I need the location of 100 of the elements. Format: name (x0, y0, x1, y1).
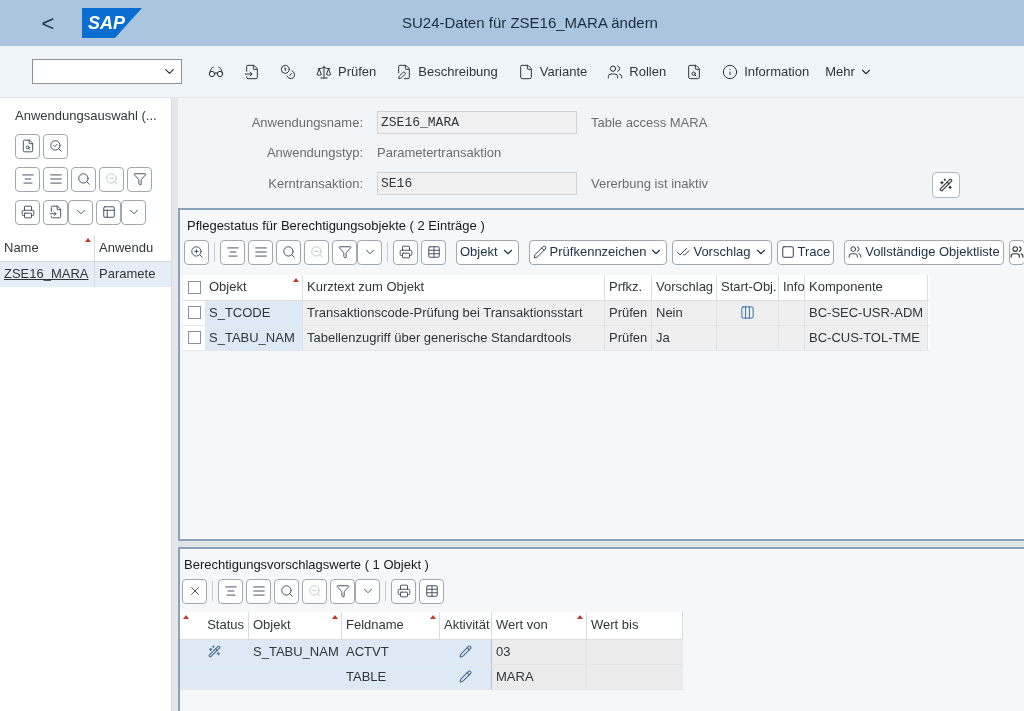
toolbar-button[interactable]: Prüfkennzeichen (528, 239, 668, 265)
column-header[interactable]: Objekt (249, 611, 342, 639)
filter-button[interactable] (127, 166, 152, 192)
column-header[interactable]: Kurztext zum Objekt (303, 274, 605, 300)
toolbar-button[interactable]: Beschreibung (392, 58, 502, 85)
details-button[interactable] (184, 239, 209, 265)
filter-button[interactable] (330, 578, 355, 604)
toolbar-button[interactable]: Trace (776, 239, 835, 265)
pencil-icon[interactable] (459, 670, 472, 683)
info-icon (722, 63, 739, 80)
sort-ascending-button[interactable] (15, 166, 40, 192)
export-menu-button[interactable] (68, 199, 93, 225)
field-value: Parametertransaktion (377, 144, 503, 163)
sort-descending-icon (251, 584, 266, 598)
search-icon (281, 245, 296, 259)
more-button[interactable]: Mehr (825, 61, 873, 82)
back-button[interactable]: < (38, 6, 58, 40)
magic-wand-icon (939, 178, 953, 192)
find-next-button[interactable] (304, 239, 329, 265)
row-checkbox[interactable] (187, 306, 201, 319)
layout-button[interactable] (96, 199, 121, 225)
column-header[interactable]: Status (180, 611, 249, 639)
table-cell: 03 (492, 639, 587, 664)
table-cell: Prüfen (605, 300, 652, 325)
column-header[interactable]: Anwendu (95, 234, 171, 261)
sort-descending-button[interactable] (246, 578, 271, 604)
sort-ascending-icon (20, 172, 35, 186)
print-button[interactable] (391, 578, 416, 604)
start-object-icon[interactable] (740, 305, 755, 320)
sort-ascending-icon (223, 584, 238, 598)
filter-menu-button[interactable] (355, 578, 380, 604)
filter-icon (337, 245, 352, 259)
check-icon (48, 139, 63, 153)
delete-button[interactable] (182, 578, 207, 604)
toolbar-button[interactable]: Information (718, 58, 814, 85)
print-button[interactable] (15, 199, 40, 225)
display-button[interactable] (15, 133, 40, 159)
table-cell: Transaktionscode-Prüfung bei Transaktionsstart (303, 300, 605, 325)
search-icon (279, 584, 294, 598)
toolbar-button[interactable]: Vorschlag (672, 239, 772, 265)
filter-menu-button[interactable] (357, 239, 382, 265)
sort-descending-button[interactable] (43, 166, 68, 192)
spreadsheet-button[interactable] (421, 239, 446, 265)
inherit-button[interactable] (932, 172, 960, 198)
toolbar-button[interactable]: Prüfen (312, 58, 381, 85)
column-header[interactable]: Start-Obj. (717, 274, 779, 300)
column-header[interactable]: Wert bis (587, 611, 683, 639)
sort-ascending-button[interactable] (220, 239, 245, 265)
toolbar-button[interactable]: Objekt (456, 239, 519, 265)
toolbar-button[interactable]: Vollständige Objektliste (844, 239, 1004, 265)
sort-ascending-button[interactable] (218, 578, 243, 604)
check-button[interactable] (43, 133, 68, 159)
column-header[interactable]: Prfkz. (605, 274, 652, 300)
find-next-icon (309, 245, 324, 259)
command-dropdown[interactable] (32, 59, 182, 84)
sort-ascending-icon (225, 245, 240, 259)
search-button[interactable] (276, 239, 301, 265)
table-cell-text: Paramete (98, 265, 157, 284)
column-header[interactable]: Info (779, 274, 805, 300)
column-header[interactable]: Wert von (492, 611, 587, 639)
find-next-button[interactable] (99, 166, 124, 192)
checkbox-icon (780, 245, 795, 259)
table-cell: MARA (492, 664, 587, 689)
spreadsheet-button[interactable] (419, 578, 444, 604)
layout-menu-button[interactable] (121, 199, 146, 225)
table-cell: Ja (652, 325, 717, 350)
column-header[interactable]: Komponente (805, 274, 928, 300)
column-header[interactable]: Vorschlag (652, 274, 717, 300)
find-next-icon (104, 172, 119, 186)
table-cell: BC-CUS-TOL-TME (805, 325, 928, 350)
column-header[interactable]: Objekt (205, 274, 303, 300)
column-header[interactable]: Feldname (342, 611, 440, 639)
input-field[interactable]: ZSE16_MARA (377, 111, 577, 135)
users-icon (848, 245, 863, 259)
export-icon (48, 205, 63, 219)
toolbar-icon-button[interactable] (1008, 239, 1024, 265)
sort-descending-button[interactable] (248, 239, 273, 265)
toolbar-button[interactable]: Variante (513, 58, 592, 85)
table-cell: BC-SEC-USR-ADM (805, 300, 928, 325)
pencil-icon[interactable] (459, 645, 472, 658)
print-button[interactable] (393, 239, 418, 265)
export-icon (244, 63, 260, 80)
table-row[interactable]: ZSE16_MARA Paramete (0, 261, 171, 287)
search-button[interactable] (274, 578, 299, 604)
export-button[interactable] (43, 199, 68, 225)
column-header[interactable]: Aktivität (440, 611, 492, 639)
table-cell: S_TABU_NAM (205, 325, 303, 350)
search-button[interactable] (71, 166, 96, 192)
toolbar-button[interactable]: Rollen (603, 58, 671, 85)
table-cell: TABLE (342, 664, 440, 689)
row-checkbox[interactable] (187, 331, 201, 344)
input-field[interactable]: SE16 (377, 171, 577, 195)
select-all-checkbox[interactable] (187, 280, 201, 294)
search-icon (76, 172, 91, 186)
column-header[interactable]: Name (0, 234, 95, 261)
find-next-button[interactable] (302, 578, 327, 604)
table-cell: ACTVT (342, 639, 440, 664)
filter-button[interactable] (332, 239, 357, 265)
field-label: Anwendungstyp: (265, 144, 363, 163)
filter-icon (132, 172, 147, 186)
